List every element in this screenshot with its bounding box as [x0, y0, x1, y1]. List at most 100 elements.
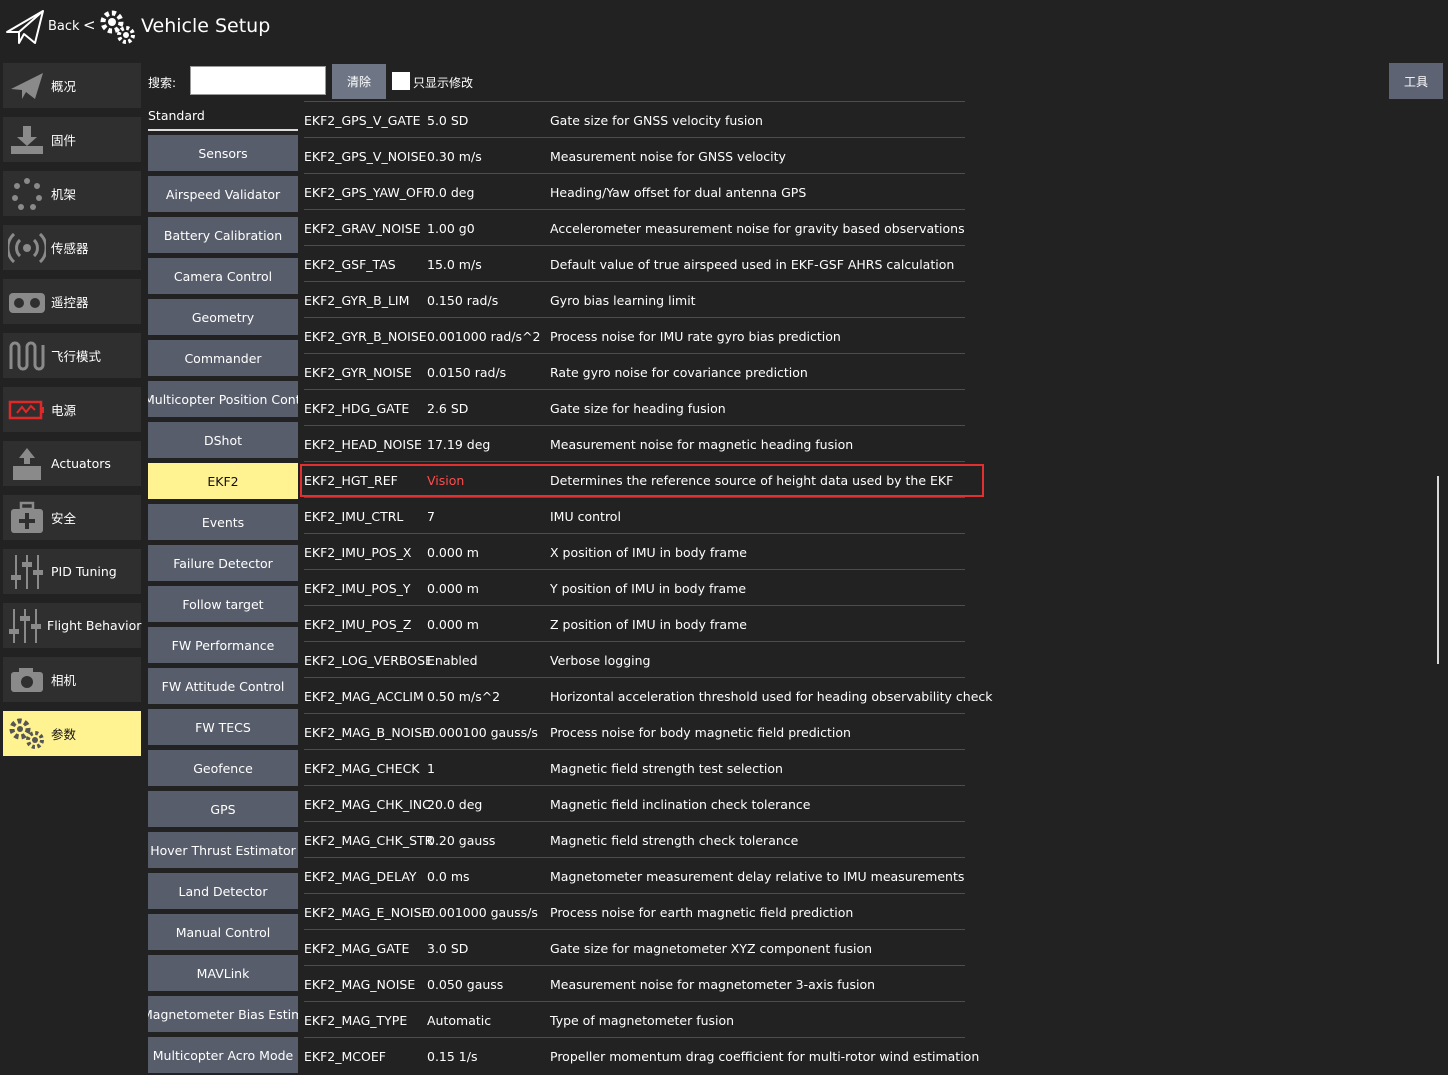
sidebar-item-camera[interactable]: 相机 — [3, 657, 141, 702]
category-button[interactable]: FW Attitude Control — [148, 668, 298, 704]
sidebar-item-firmware[interactable]: 固件 — [3, 117, 141, 162]
table-row[interactable]: EKF2_MAG_ACCLIM 0.50 m/s^2 Horizontal acce… — [304, 677, 993, 713]
param-name: EKF2_GYR_NOISE — [304, 365, 412, 380]
category-button[interactable]: Hover Thrust Estimator — [148, 832, 298, 868]
search-input[interactable] — [190, 66, 326, 95]
category-button[interactable]: Sensors — [148, 135, 298, 171]
table-row[interactable]: EKF2_HDG_GATE 2.6 SD Gate size for heading… — [304, 389, 965, 425]
table-row[interactable]: EKF2_GPS_V_NOISE 0.30 m/s Measurement nois… — [304, 137, 965, 173]
table-row[interactable]: EKF2_GPS_YAW_OFF 0.0 deg Heading/Yaw offse… — [304, 173, 965, 209]
sidebar-item-flight-modes[interactable]: 飞行模式 — [3, 333, 141, 378]
param-name: EKF2_IMU_POS_Z — [304, 617, 412, 632]
table-row[interactable]: EKF2_MAG_CHECK 1 Magnetic field strength t… — [304, 749, 965, 785]
category-button[interactable]: Geofence — [148, 750, 298, 786]
table-row[interactable]: EKF2_MAG_B_NOISE 0.000100 gauss/s Process … — [304, 713, 965, 749]
sidebar-item-label: 遥控器 — [51, 295, 89, 310]
table-row[interactable]: EKF2_LOG_VERBOSE Enabled Verbose logging — [304, 641, 965, 677]
param-name: EKF2_GPS_YAW_OFF — [304, 185, 431, 200]
param-description: Process noise for body magnetic field pr… — [550, 725, 851, 740]
sidebar-item-summary[interactable]: 概况 — [3, 63, 141, 108]
table-row[interactable]: EKF2_MAG_NOISE 0.050 gauss Measurement noi… — [304, 965, 965, 1001]
table-row[interactable]: EKF2_GPS_V_GATE 5.0 SD Gate size for GNSS … — [304, 101, 965, 137]
param-value: 0.001000 rad/s^2 — [427, 329, 541, 344]
table-row[interactable]: EKF2_MAG_DELAY 0.0 ms Magnetometer measure… — [304, 857, 965, 893]
modified-only-label: 只显示修改 — [413, 76, 474, 90]
table-row[interactable]: EKF2_GYR_B_NOISE 0.001000 rad/s^2 Process … — [304, 317, 965, 353]
paper-plane-icon[interactable] — [5, 8, 45, 46]
table-row[interactable]: EKF2_GYR_NOISE 0.0150 rad/s Rate gyro nois… — [304, 353, 965, 389]
category-button[interactable]: FW TECS — [148, 709, 298, 745]
table-row[interactable]: EKF2_MCOEF 0.15 1/s Propeller momentum dra… — [304, 1037, 979, 1073]
category-button[interactable]: Events — [148, 504, 298, 540]
category-button[interactable]: DShot — [148, 422, 298, 458]
category-button[interactable]: Manual Control — [148, 914, 298, 950]
clear-button[interactable]: 清除 — [332, 64, 386, 99]
param-description: Measurement noise for GNSS velocity — [550, 149, 786, 164]
param-description: Rate gyro noise for covariance predictio… — [550, 365, 808, 380]
sidebar-item-parameters[interactable]: 参数 — [3, 711, 141, 756]
table-row[interactable]: EKF2_GRAV_NOISE 1.00 g0 Accelerometer meas… — [304, 209, 965, 245]
sidebar-item-flight-behavior[interactable]: Flight Behavior — [3, 603, 141, 648]
sidebar-item-label: 固件 — [51, 133, 77, 148]
sidebar-item-actuators[interactable]: Actuators — [3, 441, 141, 486]
table-row[interactable]: EKF2_IMU_CTRL 7 IMU control — [304, 497, 965, 533]
category-button[interactable]: Commander — [148, 340, 298, 376]
category-button[interactable]: Multicopter Acro Mode — [148, 1037, 298, 1073]
category-button[interactable]: Battery Calibration — [148, 217, 298, 253]
category-button-active[interactable]: EKF2 — [148, 463, 298, 499]
category-button[interactable]: Airspeed Validator — [148, 176, 298, 212]
table-row[interactable]: EKF2_MAG_GATE 3.0 SD Gate size for magneto… — [304, 929, 965, 965]
param-name: EKF2_MAG_CHK_INC — [304, 797, 431, 812]
modified-only-checkbox[interactable] — [392, 72, 410, 90]
sidebar-item-radio[interactable]: 遥控器 — [3, 279, 141, 324]
param-name: EKF2_HEAD_NOISE — [304, 437, 422, 452]
table-row[interactable]: EKF2_IMU_POS_X 0.000 m X position of IMU i… — [304, 533, 965, 569]
param-name: EKF2_IMU_CTRL — [304, 509, 404, 524]
param-value: Enabled — [427, 653, 478, 668]
table-row[interactable]: EKF2_MAG_E_NOISE 0.001000 gauss/s Process … — [304, 893, 965, 929]
table-row[interactable]: EKF2_GYR_B_LIM 0.150 rad/s Gyro bias learn… — [304, 281, 965, 317]
category-button[interactable]: Follow target — [148, 586, 298, 622]
param-description: Y position of IMU in body frame — [550, 581, 747, 596]
table-row[interactable]: EKF2_MAG_CHK_INC 20.0 deg Magnetic field i… — [304, 785, 965, 821]
param-value: 3.0 SD — [427, 941, 469, 956]
sidebar-item-label: Actuators — [51, 456, 111, 471]
param-name: EKF2_GPS_V_NOISE — [304, 149, 427, 164]
table-row[interactable]: EKF2_MAG_TYPE Automatic Type of magnetomet… — [304, 1001, 965, 1037]
category-button[interactable]: Magnetometer Bias Estimator — [148, 996, 298, 1032]
param-name: EKF2_IMU_POS_Y — [304, 581, 411, 596]
tools-button[interactable]: 工具 — [1389, 63, 1443, 99]
table-scrollbar[interactable] — [1437, 476, 1439, 664]
sidebar-item-safety[interactable]: 安全 — [3, 495, 141, 540]
sidebar-item-pid-tuning[interactable]: PID Tuning — [3, 549, 141, 594]
back-button[interactable]: Back — [48, 19, 80, 34]
param-value: 0.20 gauss — [427, 833, 496, 848]
category-button[interactable]: Camera Control — [148, 258, 298, 294]
category-button[interactable]: Geometry — [148, 299, 298, 335]
category-button[interactable]: GPS — [148, 791, 298, 827]
table-row[interactable]: EKF2_MAG_CHK_STR 0.20 gauss Magnetic field… — [304, 821, 965, 857]
param-description: Z position of IMU in body frame — [550, 617, 747, 632]
remote-control-icon — [7, 282, 47, 322]
param-description: Magnetic field inclination check toleran… — [550, 797, 811, 812]
category-label: Magnetometer Bias Estimator — [148, 1006, 298, 1022]
medkit-icon — [7, 498, 47, 538]
page-title: Vehicle Setup — [141, 15, 271, 37]
sidebar-item-power[interactable]: 电源 — [3, 387, 141, 432]
category-button[interactable]: MAVLink — [148, 955, 298, 991]
param-description: Type of magnetometer fusion — [550, 1013, 735, 1028]
category-button[interactable]: Multicopter Position Control — [148, 381, 298, 417]
param-value: Automatic — [427, 1013, 492, 1028]
param-description: Magnetometer measurement delay relative … — [550, 869, 965, 884]
category-button[interactable]: Failure Detector — [148, 545, 298, 581]
category-button[interactable]: FW Performance — [148, 627, 298, 663]
category-button[interactable]: Land Detector — [148, 873, 298, 909]
sidebar-item-sensors[interactable]: 传感器 — [3, 225, 141, 270]
sidebar-item-airframe[interactable]: 机架 — [3, 171, 141, 216]
table-row[interactable]: EKF2_HEAD_NOISE 17.19 deg Measurement nois… — [304, 425, 965, 461]
table-row[interactable]: EKF2_GSF_TAS 15.0 m/s Default value of tru… — [304, 245, 965, 281]
table-row[interactable]: EKF2_IMU_POS_Z 0.000 m Z position of IMU i… — [304, 605, 965, 641]
table-row[interactable]: EKF2_IMU_POS_Y 0.000 m Y position of IMU i… — [304, 569, 965, 605]
selection-highlight-box — [300, 464, 984, 497]
param-description: Heading/Yaw offset for dual antenna GPS — [550, 185, 807, 200]
